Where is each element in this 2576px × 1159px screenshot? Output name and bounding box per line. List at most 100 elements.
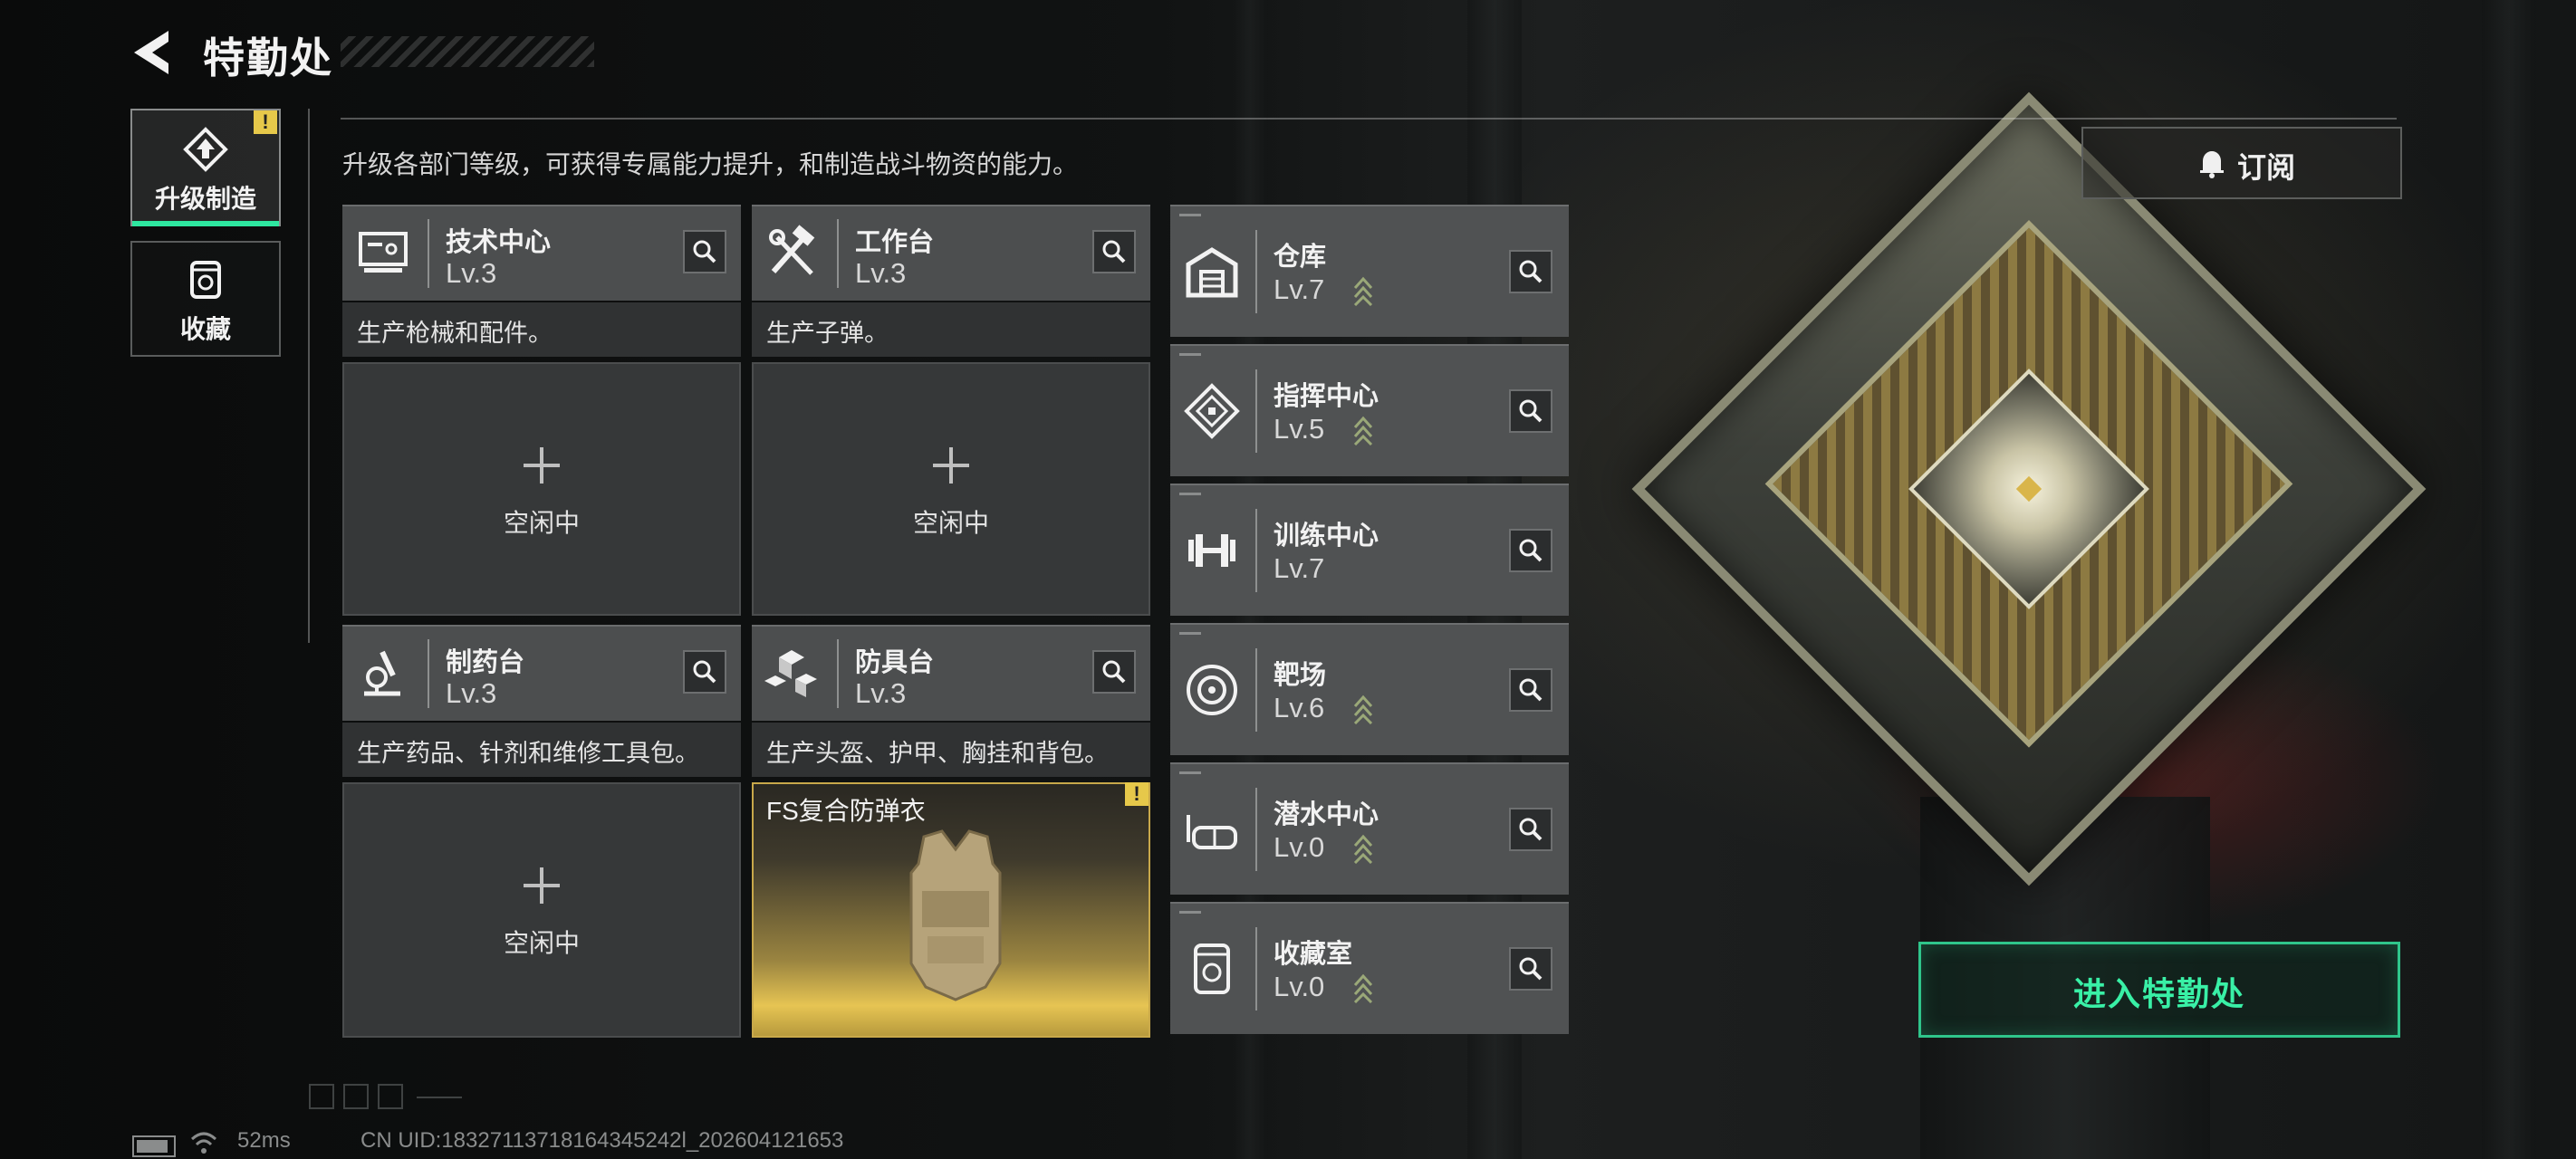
subscribe-button[interactable]: 订阅 bbox=[2081, 127, 2402, 199]
title-decoration bbox=[341, 36, 594, 67]
search-button[interactable] bbox=[683, 230, 726, 273]
search-icon bbox=[1519, 260, 1543, 283]
workshop-tech-center-header[interactable]: 技术中心 Lv.3 bbox=[342, 205, 741, 301]
workshop-name: 防具台 bbox=[855, 648, 935, 677]
upgrade-arrow-icon bbox=[1353, 694, 1373, 724]
production-slot[interactable]: 空闲中 bbox=[752, 362, 1150, 616]
workshop-name: 技术中心 bbox=[446, 228, 552, 257]
decorative-icons bbox=[309, 1084, 462, 1109]
facility-name: 训练中心 bbox=[1274, 522, 1379, 551]
diving-mask-icon bbox=[1187, 815, 1237, 849]
search-button[interactable] bbox=[1509, 947, 1552, 991]
search-button[interactable] bbox=[683, 650, 726, 694]
workshop-workbench-header[interactable]: 工作台 Lv.3 bbox=[752, 205, 1150, 301]
slot-status: 空闲中 bbox=[503, 509, 580, 537]
facility-name: 靶场 bbox=[1274, 661, 1327, 690]
upgrade-arrow-icon bbox=[1353, 276, 1373, 306]
search-button[interactable] bbox=[1509, 389, 1552, 433]
workshop-level: Lv.3 bbox=[446, 677, 497, 709]
search-icon bbox=[1519, 678, 1543, 702]
command-center-icon bbox=[1184, 383, 1240, 439]
search-icon bbox=[1102, 240, 1126, 263]
tab-collection[interactable]: 收藏 bbox=[130, 241, 281, 357]
search-icon bbox=[693, 660, 716, 684]
plus-icon bbox=[524, 447, 560, 484]
warehouse-icon bbox=[1186, 247, 1238, 298]
workshop-description: 生产子弹。 bbox=[752, 302, 1150, 357]
workshop-level: Lv.3 bbox=[446, 257, 497, 289]
ping-readout: 52ms bbox=[237, 1128, 291, 1153]
page-title: 特勤处 bbox=[203, 34, 333, 81]
back-arrow-icon[interactable] bbox=[127, 27, 178, 78]
search-icon bbox=[1519, 818, 1543, 841]
facility-level: Lv.0 bbox=[1274, 831, 1325, 863]
facility-level: Lv.6 bbox=[1274, 692, 1325, 723]
body-armor-image bbox=[909, 829, 1002, 1001]
facility-level: Lv.0 bbox=[1274, 971, 1325, 1002]
item-name: FS复合防弹衣 bbox=[766, 797, 926, 825]
pharmacy-icon bbox=[364, 650, 400, 696]
facility-warehouse[interactable]: 仓库 Lv.7 bbox=[1170, 205, 1569, 337]
workshop-name: 制药台 bbox=[446, 648, 525, 677]
slot-status: 空闲中 bbox=[912, 509, 989, 537]
search-icon bbox=[1519, 957, 1543, 981]
workshop-description: 生产枪械和配件。 bbox=[342, 302, 741, 357]
search-icon bbox=[693, 240, 716, 263]
production-slot[interactable]: 空闲中 bbox=[342, 782, 741, 1038]
wifi-icon bbox=[190, 1132, 217, 1154]
production-slot-item[interactable]: FS复合防弹衣 ! bbox=[752, 782, 1150, 1038]
upgrade-arrow-icon bbox=[1353, 834, 1373, 864]
facility-training-center[interactable]: 训练中心 Lv.7 bbox=[1170, 484, 1569, 616]
facility-name: 仓库 bbox=[1274, 243, 1327, 272]
upgrade-icon bbox=[183, 127, 228, 172]
alert-badge: ! bbox=[1125, 782, 1149, 806]
tab-label: 升级制造 bbox=[154, 185, 256, 213]
search-icon bbox=[1519, 399, 1543, 423]
facility-level: Lv.7 bbox=[1274, 273, 1325, 305]
search-button[interactable] bbox=[1509, 250, 1552, 293]
workshop-armor-bench-header[interactable]: 防具台 Lv.3 bbox=[752, 625, 1150, 721]
tech-center-icon bbox=[359, 232, 408, 273]
search-icon bbox=[1102, 660, 1126, 684]
divider bbox=[308, 109, 310, 643]
search-button[interactable] bbox=[1509, 668, 1552, 712]
battery-icon bbox=[132, 1135, 176, 1157]
user-uid: CN UID:18327113718164345242l_20260412165… bbox=[360, 1128, 844, 1153]
search-icon bbox=[1519, 539, 1543, 562]
page-description: 升级各部门等级，可获得专属能力提升，和制造战斗物资的能力。 bbox=[342, 150, 1079, 178]
upgrade-arrow-icon bbox=[1353, 973, 1373, 1003]
search-button[interactable] bbox=[1509, 808, 1552, 851]
facility-name: 收藏室 bbox=[1274, 940, 1353, 969]
facility-shooting-range[interactable]: 靶场 Lv.6 bbox=[1170, 623, 1569, 755]
facility-diving-center[interactable]: 潜水中心 Lv.0 bbox=[1170, 762, 1569, 895]
workshop-description: 生产药品、针剂和维修工具包。 bbox=[342, 723, 741, 777]
tab-label: 收藏 bbox=[179, 315, 231, 343]
production-slot[interactable]: 空闲中 bbox=[342, 362, 741, 616]
bell-icon bbox=[2200, 151, 2224, 178]
facility-command-center[interactable]: 指挥中心 Lv.5 bbox=[1170, 344, 1569, 476]
facility-collection-room[interactable]: 收藏室 Lv.0 bbox=[1170, 902, 1569, 1034]
search-button[interactable] bbox=[1509, 529, 1552, 572]
plus-icon bbox=[933, 447, 969, 484]
facility-name: 潜水中心 bbox=[1274, 800, 1379, 829]
plus-icon bbox=[524, 867, 560, 904]
divider bbox=[341, 118, 2397, 120]
facility-level: Lv.7 bbox=[1274, 552, 1325, 584]
armor-bench-icon bbox=[764, 650, 817, 697]
enter-button-label: 进入特勤处 bbox=[2072, 975, 2245, 1012]
active-indicator bbox=[132, 221, 279, 226]
workshop-level: Lv.3 bbox=[855, 677, 907, 709]
dumbbell-icon bbox=[1188, 534, 1235, 567]
target-icon bbox=[1187, 665, 1237, 715]
search-button[interactable] bbox=[1092, 230, 1136, 273]
search-button[interactable] bbox=[1092, 650, 1136, 694]
enter-button[interactable]: 进入特勤处 bbox=[1918, 942, 2400, 1038]
workshop-name: 工作台 bbox=[855, 228, 935, 257]
workshop-pharmacy-header[interactable]: 制药台 Lv.3 bbox=[342, 625, 741, 721]
collection-room-icon bbox=[1194, 943, 1230, 994]
workshop-description: 生产头盔、护甲、胸挂和背包。 bbox=[752, 723, 1150, 777]
subscribe-label: 订阅 bbox=[2237, 151, 2296, 184]
facility-level: Lv.5 bbox=[1274, 413, 1325, 445]
tab-upgrade-manufacture[interactable]: 升级制造 ! bbox=[130, 109, 281, 226]
workbench-icon bbox=[769, 225, 815, 275]
